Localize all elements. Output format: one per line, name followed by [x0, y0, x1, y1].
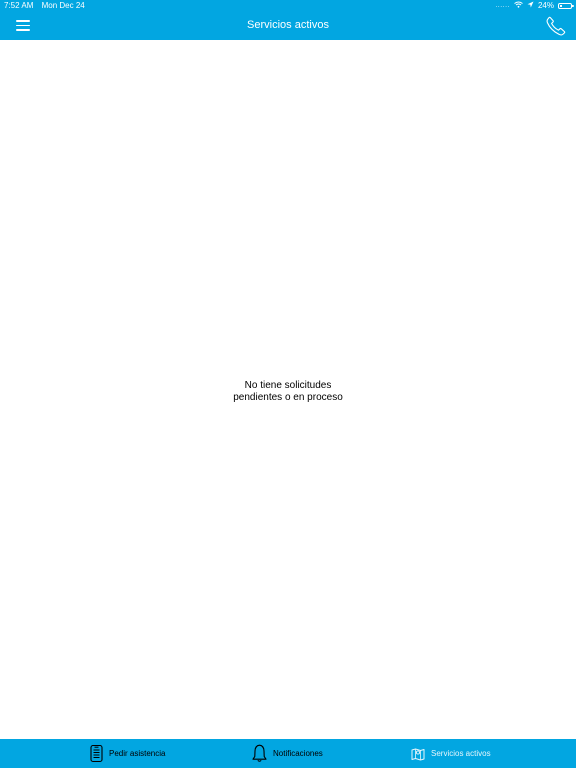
status-time: 7:52 AM	[4, 1, 34, 10]
status-left: 7:52 AM Mon Dec 24	[4, 0, 91, 12]
signal-dots: ......	[495, 2, 510, 9]
tab-notificaciones[interactable]: Notificaciones	[252, 739, 323, 768]
page-title: Servicios activos	[247, 19, 329, 31]
tab-pedir-asistencia[interactable]: Pedir asistencia	[90, 739, 165, 768]
bottom-tab-bar: Pedir asistencia Notificaciones Servicio…	[0, 739, 576, 768]
tab-label: Notificaciones	[273, 749, 323, 758]
tab-label: Servicios activos	[431, 749, 491, 758]
battery-percent: 24%	[537, 1, 554, 10]
battery-level	[560, 5, 562, 7]
status-right: ...... 24%	[495, 0, 574, 12]
phone-device-icon	[90, 744, 103, 763]
wifi-icon	[514, 0, 523, 12]
top-bar: 7:52 AM Mon Dec 24 ...... 24% Servicios …	[0, 0, 576, 40]
map-icon	[411, 747, 425, 761]
app-screen: 7:52 AM Mon Dec 24 ...... 24% Servicios …	[0, 0, 576, 768]
empty-state-line-1: No tiene solicitudes	[244, 380, 332, 391]
status-bar: 7:52 AM Mon Dec 24 ...... 24%	[0, 0, 576, 12]
tab-servicios-activos[interactable]: Servicios activos	[411, 739, 491, 768]
bell-icon	[252, 744, 267, 763]
status-date: Mon Dec 24	[41, 1, 85, 10]
call-button[interactable]	[546, 16, 566, 36]
empty-state-message: No tiene solicitudes pendientes o en pro…	[0, 380, 576, 404]
location-arrow-icon	[527, 0, 534, 12]
battery-icon	[558, 3, 574, 9]
empty-state-line-2: pendientes o en proceso	[233, 392, 343, 403]
phone-icon	[546, 16, 566, 40]
tab-label: Pedir asistencia	[109, 749, 166, 758]
